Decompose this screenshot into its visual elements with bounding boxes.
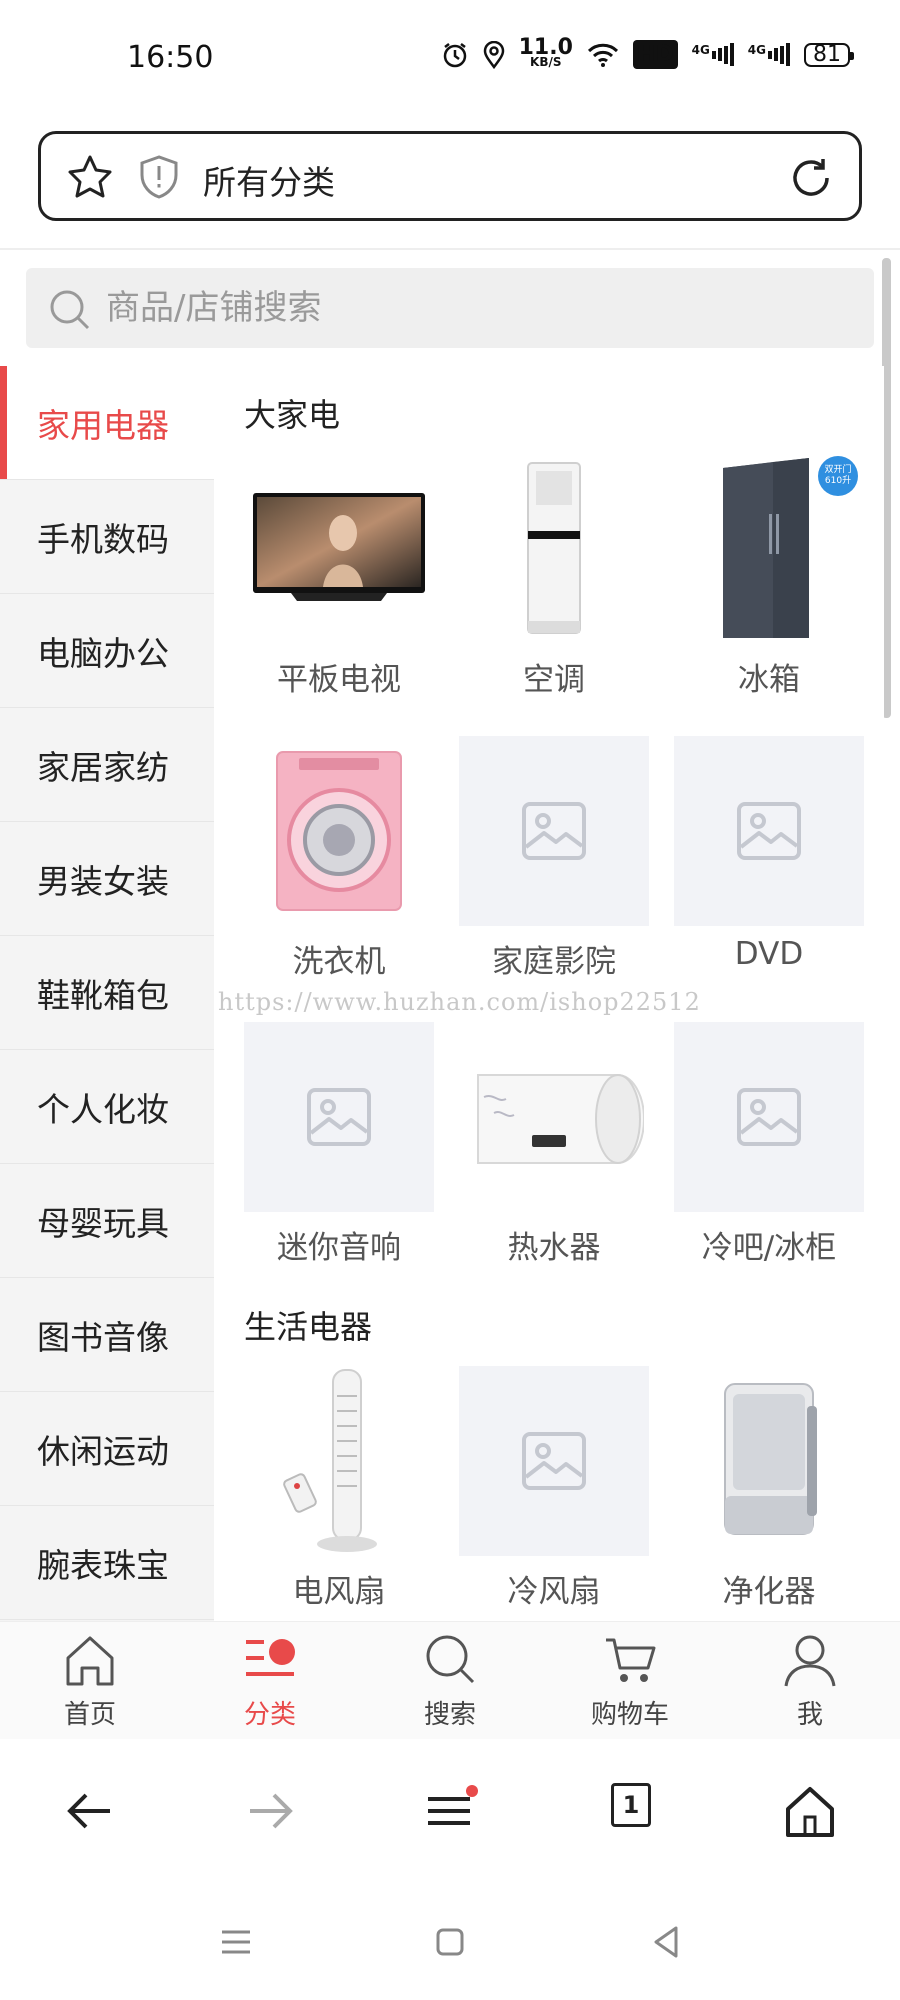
search-icon: [50, 290, 90, 330]
category-label: DVD: [734, 936, 804, 972]
sidebar-item-home-textiles[interactable]: 家居家纺: [0, 708, 214, 822]
placeholder-image: [459, 736, 649, 926]
tab-me[interactable]: 我: [750, 1632, 870, 1731]
sidebar-item-baby-toys[interactable]: 母婴玩具: [0, 1164, 214, 1278]
home-icon[interactable]: [780, 1783, 840, 1839]
wifi-icon: [587, 42, 619, 68]
sidebar-item-clothing[interactable]: 男装女装: [0, 822, 214, 936]
category-cell[interactable]: 冷吧/冰柜: [674, 1022, 864, 1267]
cart-icon: [606, 1638, 656, 1682]
category-cell[interactable]: 热水器: [459, 1022, 649, 1267]
page-title: 所有分类: [203, 163, 335, 202]
sidebar-item-cosmetics[interactable]: 个人化妆: [0, 1050, 214, 1164]
tabs-button[interactable]: 1: [611, 1783, 651, 1827]
category-label: 平板电视: [277, 662, 401, 698]
category-cell[interactable]: 冷风扇: [459, 1366, 649, 1611]
forward-icon[interactable]: [240, 1783, 300, 1839]
category-cell[interactable]: 空调: [459, 454, 649, 699]
category-label: 迷你音响: [277, 1230, 401, 1266]
signal-icon: 4G: [692, 43, 734, 66]
category-label: 电风扇: [292, 1574, 386, 1610]
category-label: 空调: [523, 662, 585, 698]
category-label: 净化器: [722, 1574, 816, 1610]
home-button-icon[interactable]: [430, 1922, 470, 1962]
category-sidebar: 家用电器 手机数码 电脑办公 家居家纺 男装女装 鞋靴箱包 个人化妆 母婴玩具 …: [0, 366, 214, 1621]
hd-badge: HD: [632, 40, 678, 69]
tower-fan-image: [244, 1366, 434, 1556]
refrigerator-image: 双开门 610升: [674, 454, 864, 644]
shield-icon[interactable]: [137, 154, 181, 200]
category-label: 热水器: [507, 1230, 601, 1266]
capacity-badge: 双开门 610升: [818, 456, 858, 496]
placeholder-image: [674, 736, 864, 926]
signal-icon: 4G: [748, 43, 790, 66]
home-icon: [66, 1636, 114, 1686]
tab-category[interactable]: 分类: [210, 1632, 330, 1731]
sidebar-item-books-media[interactable]: 图书音像: [0, 1278, 214, 1392]
system-nav-bar: [0, 1880, 900, 2000]
clock: 16:50: [127, 40, 214, 75]
sidebar-item-phones-digital[interactable]: 手机数码: [0, 480, 214, 594]
category-label: 家庭影院: [492, 944, 616, 980]
bottom-tab-bar: 首页 分类 搜索 购物车 我: [0, 1621, 900, 1739]
browser-toolbar: 1: [0, 1739, 900, 1879]
category-icon: [246, 1639, 295, 1676]
divider: [0, 248, 900, 250]
placeholder-image: [674, 1022, 864, 1212]
search-input[interactable]: [106, 282, 806, 334]
category-cell[interactable]: 净化器: [674, 1366, 864, 1611]
recent-apps-icon[interactable]: [216, 1922, 256, 1962]
sidebar-item-computers-office[interactable]: 电脑办公: [0, 594, 214, 708]
category-label: 洗衣机: [292, 944, 386, 980]
category-label: 冷风扇: [507, 1574, 601, 1610]
air-purifier-image: [674, 1366, 864, 1556]
air-conditioner-image: [459, 454, 649, 644]
status-bar: 16:50 11.0 KB/S HD 4G 4G 81: [0, 0, 900, 118]
category-label: 冰箱: [738, 662, 800, 698]
search-bar: [0, 252, 900, 364]
back-button-icon[interactable]: [646, 1922, 686, 1962]
reload-icon[interactable]: [787, 154, 835, 202]
section-title: 大家电: [244, 396, 341, 434]
search-box[interactable]: [26, 268, 874, 348]
address-bar[interactable]: 所有分类: [38, 131, 862, 221]
network-speed: 11.0 KB/S: [518, 34, 573, 69]
user-icon: [784, 1635, 836, 1687]
watermark-text: https://www.huzhan.com/ishop22512: [218, 988, 701, 1016]
sidebar-item-shoes-bags[interactable]: 鞋靴箱包: [0, 936, 214, 1050]
washing-machine-image: [244, 736, 434, 926]
tab-cart[interactable]: 购物车: [570, 1632, 690, 1731]
sidebar-item-home-appliances[interactable]: 家用电器: [0, 366, 214, 480]
category-cell[interactable]: 电风扇: [244, 1366, 434, 1611]
battery-icon: 81: [804, 42, 854, 67]
star-icon[interactable]: [65, 152, 115, 202]
category-cell[interactable]: 平板电视: [244, 454, 434, 699]
back-icon[interactable]: [60, 1783, 120, 1839]
sidebar-item-watches-jewelry[interactable]: 腕表珠宝: [0, 1506, 214, 1620]
category-cell[interactable]: 双开门 610升 冰箱: [674, 454, 864, 699]
water-heater-image: [459, 1022, 649, 1212]
tv-image: [244, 454, 434, 644]
tab-search[interactable]: 搜索: [390, 1632, 510, 1731]
tab-home[interactable]: 首页: [30, 1632, 150, 1731]
search-icon: [426, 1635, 475, 1684]
placeholder-image: [244, 1022, 434, 1212]
category-cell[interactable]: 家庭影院: [459, 736, 649, 981]
category-label: 冷吧/冰柜: [701, 1230, 837, 1266]
placeholder-image: [459, 1366, 649, 1556]
category-cell[interactable]: DVD: [674, 736, 864, 972]
status-icons: 11.0 KB/S HD 4G 4G 81: [441, 34, 854, 69]
menu-icon[interactable]: [420, 1783, 480, 1839]
category-cell[interactable]: 迷你音响: [244, 1022, 434, 1267]
category-cell[interactable]: 洗衣机: [244, 736, 434, 981]
sidebar-item-sports[interactable]: 休闲运动: [0, 1392, 214, 1506]
alarm-icon: [441, 41, 469, 69]
section-title: 生活电器: [244, 1308, 373, 1346]
location-icon: [483, 40, 505, 69]
